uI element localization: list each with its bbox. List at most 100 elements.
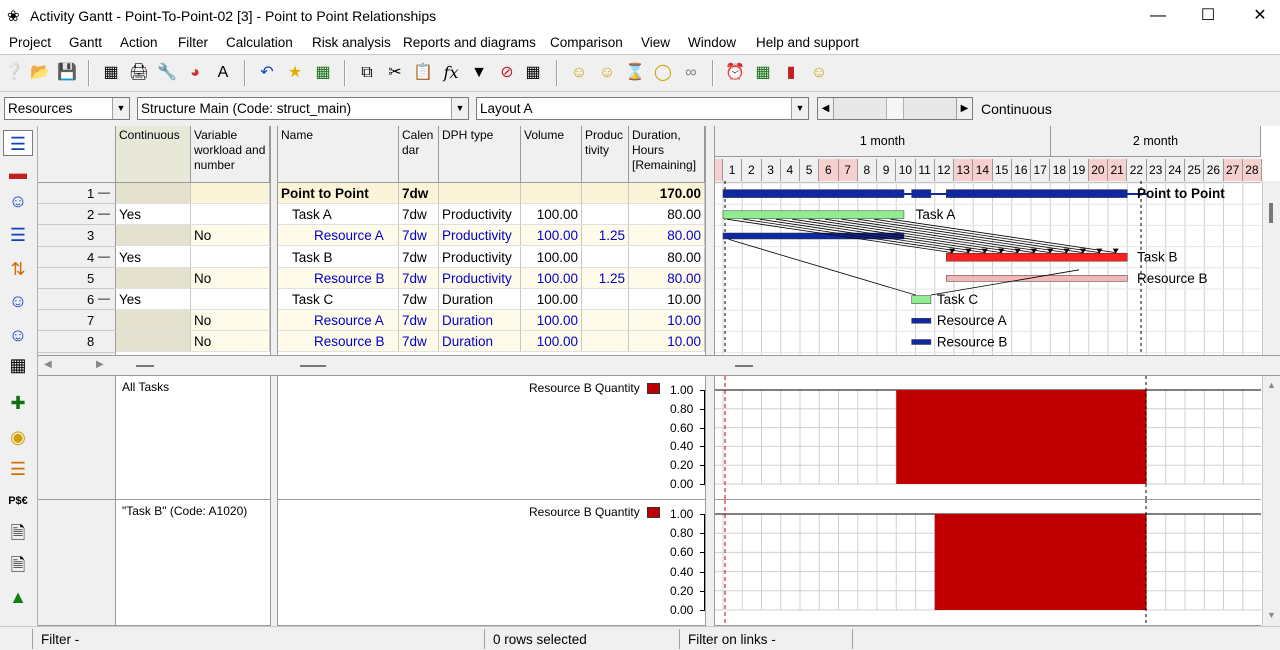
productivity-cell[interactable] xyxy=(582,183,629,204)
group-icon[interactable]: ☺ xyxy=(808,62,830,84)
question-people-icon[interactable]: ☺ xyxy=(3,288,33,314)
dph-type-cell[interactable]: Productivity xyxy=(439,225,521,247)
variable-cell[interactable] xyxy=(191,289,270,310)
row-tree-toggle[interactable]: — xyxy=(98,291,110,305)
row-tree-toggle[interactable]: — xyxy=(98,206,110,220)
dph-type-cell[interactable]: Productivity xyxy=(439,204,521,226)
tools-icon[interactable]: 🔧 xyxy=(156,62,178,84)
cylinder-icon[interactable]: ◯ xyxy=(652,62,674,84)
people-icon[interactable]: ☺ xyxy=(3,188,33,214)
name-cell[interactable]: Resource A xyxy=(278,225,399,247)
undo-icon[interactable]: ↶ xyxy=(256,62,278,84)
continuous-cell[interactable] xyxy=(116,267,191,289)
name-cell[interactable]: Resource A xyxy=(278,310,399,332)
variable-cell[interactable]: No xyxy=(191,267,270,289)
duration-cell[interactable]: 170.00 xyxy=(629,183,705,204)
menu-filter[interactable]: Filter xyxy=(178,35,208,50)
duration-cell[interactable]: 10.00 xyxy=(629,331,705,353)
grid-splitter[interactable] xyxy=(270,126,278,626)
variable-cell[interactable] xyxy=(191,204,270,226)
scroll-thumb[interactable] xyxy=(300,365,326,367)
columns-icon[interactable]: ▦ xyxy=(100,62,122,84)
productivity-cell[interactable] xyxy=(582,289,629,310)
menu-action[interactable]: Action xyxy=(120,35,158,50)
film-icon[interactable]: ▦ xyxy=(522,62,544,84)
coin-icon[interactable]: ◉ xyxy=(3,424,33,450)
volume-cell[interactable]: 100.00 xyxy=(521,246,582,268)
chevron-down-icon[interactable]: ▼ xyxy=(451,98,468,119)
name-cell[interactable]: Task C xyxy=(278,289,399,310)
menu-calculation[interactable]: Calculation xyxy=(226,35,293,50)
clear-filter-icon[interactable]: ⊘ xyxy=(496,62,518,84)
cut-icon[interactable]: ✂ xyxy=(384,62,406,84)
save-icon[interactable]: 💾 xyxy=(56,62,78,84)
menu-reports[interactable]: Reports and diagrams xyxy=(403,35,536,50)
calendar-header[interactable]: Calen dar xyxy=(399,126,439,183)
dph-type-cell[interactable]: Productivity xyxy=(439,246,521,268)
filter-icon[interactable]: ▼ xyxy=(468,62,490,84)
duration-cell[interactable]: 10.00 xyxy=(629,310,705,332)
hourglass-icon[interactable]: ⌛ xyxy=(624,62,646,84)
layout-select[interactable]: Layout A ▼ xyxy=(476,97,809,120)
sort-icon[interactable]: ⇅ xyxy=(3,256,33,282)
maximize-button[interactable]: ☐ xyxy=(1188,4,1228,28)
volume-cell[interactable]: 100.00 xyxy=(521,331,582,353)
font-icon[interactable]: A xyxy=(212,62,234,84)
walk-icon[interactable]: ☺ xyxy=(568,62,590,84)
paste-icon[interactable]: 📋 xyxy=(412,62,434,84)
calendar-grid-icon[interactable]: ▦ xyxy=(3,352,33,378)
scroll-thumb[interactable] xyxy=(1269,203,1273,223)
continuous-cell[interactable]: Yes xyxy=(116,204,191,226)
variable-cell[interactable] xyxy=(191,183,270,204)
continuous-cell[interactable]: Yes xyxy=(116,246,191,268)
productivity-cell[interactable] xyxy=(582,246,629,268)
dph-type-cell[interactable]: Duration xyxy=(439,331,521,353)
pie-chart-icon[interactable]: ◕ xyxy=(184,62,206,84)
close-button[interactable]: ✕ xyxy=(1240,4,1280,28)
variable-cell[interactable]: No xyxy=(191,331,270,353)
name-cell[interactable]: Task B xyxy=(278,246,399,268)
name-cell[interactable]: Point to Point xyxy=(278,183,399,204)
alarm-icon[interactable]: ⏰ xyxy=(724,62,746,84)
variable-cell[interactable]: No xyxy=(191,310,270,332)
dph-type-cell[interactable]: Productivity xyxy=(439,267,521,289)
menu-comparison[interactable]: Comparison xyxy=(550,35,623,50)
calendar-cell[interactable]: 7dw xyxy=(399,204,439,226)
team-icon[interactable]: ☺ xyxy=(3,322,33,348)
menu-help[interactable]: Help and support xyxy=(756,35,859,50)
chevron-left-icon[interactable]: ◀ xyxy=(818,98,834,119)
row-number[interactable]: 1 xyxy=(87,186,94,201)
productivity-cell[interactable] xyxy=(582,310,629,332)
continuous-cell[interactable]: Yes xyxy=(116,289,191,310)
stack-icon[interactable]: ☰ xyxy=(3,456,33,482)
duration-cell[interactable]: 80.00 xyxy=(629,225,705,247)
help-icon[interactable]: ❔ xyxy=(3,62,25,84)
menu-risk-analysis[interactable]: Risk analysis xyxy=(312,35,391,50)
chevron-down-icon[interactable]: ▼ xyxy=(791,98,808,119)
row-number[interactable]: 2 xyxy=(87,207,94,222)
menu-project[interactable]: Project xyxy=(9,35,51,50)
volume-cell[interactable]: 100.00 xyxy=(521,267,582,289)
continuous-cell[interactable] xyxy=(116,331,191,353)
dph-type-cell[interactable]: Duration xyxy=(439,310,521,332)
row-number[interactable]: 4 xyxy=(87,250,94,265)
dph-type-header[interactable]: DPH type xyxy=(439,126,521,183)
link-icon[interactable]: ∞ xyxy=(680,62,702,84)
open-folder-icon[interactable]: 📂 xyxy=(29,62,51,84)
duration-cell[interactable]: 80.00 xyxy=(629,246,705,268)
duration-cell[interactable]: 10.00 xyxy=(629,289,705,310)
row-number[interactable]: 3 xyxy=(87,228,94,243)
bars-icon[interactable]: ▬ xyxy=(3,160,33,186)
scroll-down-icon[interactable]: ▼ xyxy=(1267,610,1276,620)
name-cell[interactable]: Task A xyxy=(278,204,399,226)
print-icon[interactable]: 🖨 xyxy=(128,62,150,84)
row-number[interactable]: 7 xyxy=(87,313,94,328)
calendar-cell[interactable]: 7dw xyxy=(399,246,439,268)
dph-type-cell[interactable]: Duration xyxy=(439,289,521,310)
volume-cell[interactable]: 100.00 xyxy=(521,225,582,247)
calendar-cell[interactable]: 7dw xyxy=(399,267,439,289)
duration-header[interactable]: Duration, Hours [Remaining] xyxy=(629,126,705,183)
variable-cell[interactable]: No xyxy=(191,225,270,247)
scroll-thumb[interactable] xyxy=(136,365,154,367)
chevron-right-icon[interactable]: ▶ xyxy=(956,98,972,119)
